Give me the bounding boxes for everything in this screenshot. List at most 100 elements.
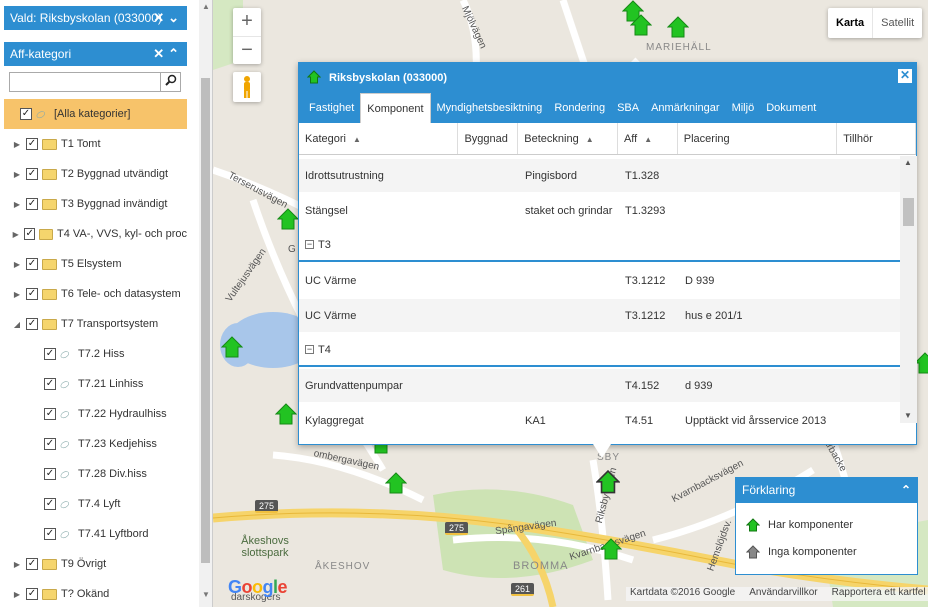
tab-dokument[interactable]: Dokument xyxy=(760,93,822,123)
chevron-double-up-icon[interactable]: ⌃ xyxy=(901,478,911,503)
search-button[interactable] xyxy=(160,73,180,91)
expand-icon[interactable]: ▶ xyxy=(12,200,22,209)
chevron-double-up-icon[interactable]: ⌃ xyxy=(168,46,183,61)
report-map-error-link[interactable]: Rapportera ett kartfel xyxy=(832,587,926,601)
checkbox[interactable]: ✓ xyxy=(24,228,36,240)
group-row[interactable]: − T3 xyxy=(299,229,900,262)
column-header[interactable]: Beteckning ▲ xyxy=(518,123,618,154)
expand-icon[interactable]: ▶ xyxy=(12,260,22,269)
category-search-input[interactable] xyxy=(10,73,158,91)
checkbox[interactable]: ✓ xyxy=(44,468,56,480)
tab-rondering[interactable]: Rondering xyxy=(548,93,611,123)
checkbox[interactable]: ✓ xyxy=(26,558,38,570)
school-marker[interactable] xyxy=(275,403,297,429)
checkbox[interactable]: ✓ xyxy=(26,138,38,150)
checkbox[interactable]: ✓ xyxy=(44,408,56,420)
school-marker[interactable] xyxy=(385,472,407,498)
checkbox[interactable]: ✓ xyxy=(26,198,38,210)
legend-header[interactable]: Förklaring ⌃ xyxy=(736,478,917,503)
category-panel-header[interactable]: Aff-kategori ✕⌃ xyxy=(4,42,187,66)
school-marker[interactable] xyxy=(667,16,689,42)
tree-item[interactable]: ▶ ✓ T1 Tomt xyxy=(4,129,187,159)
street-view-pegman-icon[interactable] xyxy=(233,72,261,102)
expand-icon[interactable]: ▶ xyxy=(12,590,22,599)
collapse-group-icon[interactable]: − xyxy=(305,240,314,250)
checkbox[interactable]: ✓ xyxy=(26,318,38,330)
checkbox[interactable]: ✓ xyxy=(44,438,56,450)
selected-panel-header[interactable]: Vald: Riksbyskolan (033000) ✕⌄ xyxy=(4,6,187,30)
tree-item[interactable]: ✓ ⬭ [Alla kategorier] xyxy=(4,99,187,129)
tab-fastighet[interactable]: Fastighet xyxy=(303,93,360,123)
school-marker[interactable] xyxy=(600,538,622,564)
popup-close-button[interactable]: ✕ xyxy=(898,69,912,83)
tab-anm-rkningar[interactable]: Anmärkningar xyxy=(645,93,725,123)
table-row[interactable]: Grundvattenpumpar T4.152 d 939 xyxy=(299,369,900,402)
map-type-satellit-button[interactable]: Satellit xyxy=(872,8,922,38)
school-marker[interactable] xyxy=(630,14,652,40)
tree-item[interactable]: ✓ ⬭ T7.2 Hiss xyxy=(4,339,187,369)
grid-scrollbar[interactable]: ▲ ▼ xyxy=(900,156,917,423)
tree-item[interactable]: ✓ ⬭ T7.21 Linhiss xyxy=(4,369,187,399)
tree-item[interactable]: ✓ ⬭ T7.22 Hydraulhiss xyxy=(4,399,187,429)
table-row[interactable]: Stängsel staket och grindar T1.3293 xyxy=(299,194,900,227)
school-marker[interactable] xyxy=(277,208,299,234)
checkbox[interactable]: ✓ xyxy=(26,168,38,180)
checkbox[interactable]: ✓ xyxy=(44,498,56,510)
tab-komponent[interactable]: Komponent xyxy=(360,93,431,123)
tab-myndighetsbesiktning[interactable]: Myndighetsbesiktning xyxy=(431,93,549,123)
scroll-down-icon[interactable]: ▼ xyxy=(202,590,210,599)
tree-item[interactable]: ▶ ✓ T4 VA-, VVS, kyl- och proc xyxy=(4,219,187,249)
table-row[interactable]: UC Värme T3.1212 hus e 201/1 xyxy=(299,299,900,332)
tree-item[interactable]: ✓ ⬭ T7.41 Lyftbord xyxy=(4,519,187,549)
column-header[interactable]: Aff ▲ xyxy=(618,123,678,154)
checkbox[interactable]: ✓ xyxy=(26,258,38,270)
tree-item[interactable]: ✓ ⬭ T7.4 Lyft xyxy=(4,489,187,519)
column-header[interactable]: Placering xyxy=(678,123,838,154)
tree-item[interactable]: ▶ ✓ T2 Byggnad utvändigt xyxy=(4,159,187,189)
zoom-out-button[interactable]: − xyxy=(233,36,261,64)
collapse-group-icon[interactable]: − xyxy=(305,345,314,355)
expand-icon[interactable]: ▶ xyxy=(12,290,22,299)
table-row[interactable]: UC Värme T3.1212 D 939 xyxy=(299,264,900,297)
tree-item[interactable]: ✓ ⬭ T7.23 Kedjehiss xyxy=(4,429,187,459)
expand-icon[interactable]: ▶ xyxy=(12,170,22,179)
expand-icon[interactable]: ▶ xyxy=(12,140,22,149)
chevron-double-down-icon[interactable]: ⌄ xyxy=(168,10,183,25)
terms-link[interactable]: Användarvillkor xyxy=(749,587,817,601)
sidebar-scrollbar[interactable]: ▲ ▼ xyxy=(199,0,212,607)
tree-item[interactable]: ✓ ⬭ T7.28 Div.hiss xyxy=(4,459,187,489)
map-type-karta-button[interactable]: Karta xyxy=(828,8,872,38)
close-icon[interactable]: ✕ xyxy=(153,46,168,61)
group-row[interactable]: − T4 xyxy=(299,334,900,367)
checkbox[interactable]: ✓ xyxy=(44,378,56,390)
checkbox[interactable]: ✓ xyxy=(26,288,38,300)
expand-icon[interactable]: ▶ xyxy=(12,560,22,569)
tree-item[interactable]: ▶ ✓ T5 Elsystem xyxy=(4,249,187,279)
tree-item[interactable]: ▶ ✓ T3 Byggnad invändigt xyxy=(4,189,187,219)
table-row[interactable]: Kylaggregat KA1 T4.51 Upptäckt vid årsservi… xyxy=(299,404,900,437)
checkbox[interactable]: ✓ xyxy=(44,348,56,360)
close-icon[interactable]: ✕ xyxy=(153,10,168,25)
expand-icon[interactable]: ▶ xyxy=(11,230,20,239)
scroll-up-icon[interactable]: ▲ xyxy=(202,2,210,11)
checkbox[interactable]: ✓ xyxy=(26,588,38,600)
tree-item[interactable]: ▶ ✓ T9 Övrigt xyxy=(4,549,187,579)
table-row[interactable]: Idrottsutrustning Pingisbord T1.328 xyxy=(299,159,900,192)
school-marker[interactable] xyxy=(221,336,243,362)
tab-sba[interactable]: SBA xyxy=(611,93,645,123)
checkbox[interactable]: ✓ xyxy=(44,528,56,540)
zoom-in-button[interactable]: + xyxy=(233,8,261,36)
column-header[interactable]: Kategori ▲ xyxy=(299,123,459,154)
column-header[interactable]: Tillhör xyxy=(837,123,916,154)
tab-milj-[interactable]: Miljö xyxy=(726,93,761,123)
column-header[interactable]: Byggnad xyxy=(458,123,519,154)
sidebar-scroll-thumb[interactable] xyxy=(201,78,210,563)
checkbox[interactable]: ✓ xyxy=(20,108,32,120)
selected-school-marker[interactable] xyxy=(596,470,620,498)
scroll-down-icon[interactable]: ▼ xyxy=(904,411,912,420)
tree-item[interactable]: ▶ ✓ T? Okänd xyxy=(4,579,187,607)
tree-item[interactable]: ◢ ✓ T7 Transportsystem xyxy=(4,309,187,339)
scroll-up-icon[interactable]: ▲ xyxy=(904,158,912,167)
grid-scroll-thumb[interactable] xyxy=(903,198,914,226)
collapse-icon[interactable]: ◢ xyxy=(12,320,22,329)
